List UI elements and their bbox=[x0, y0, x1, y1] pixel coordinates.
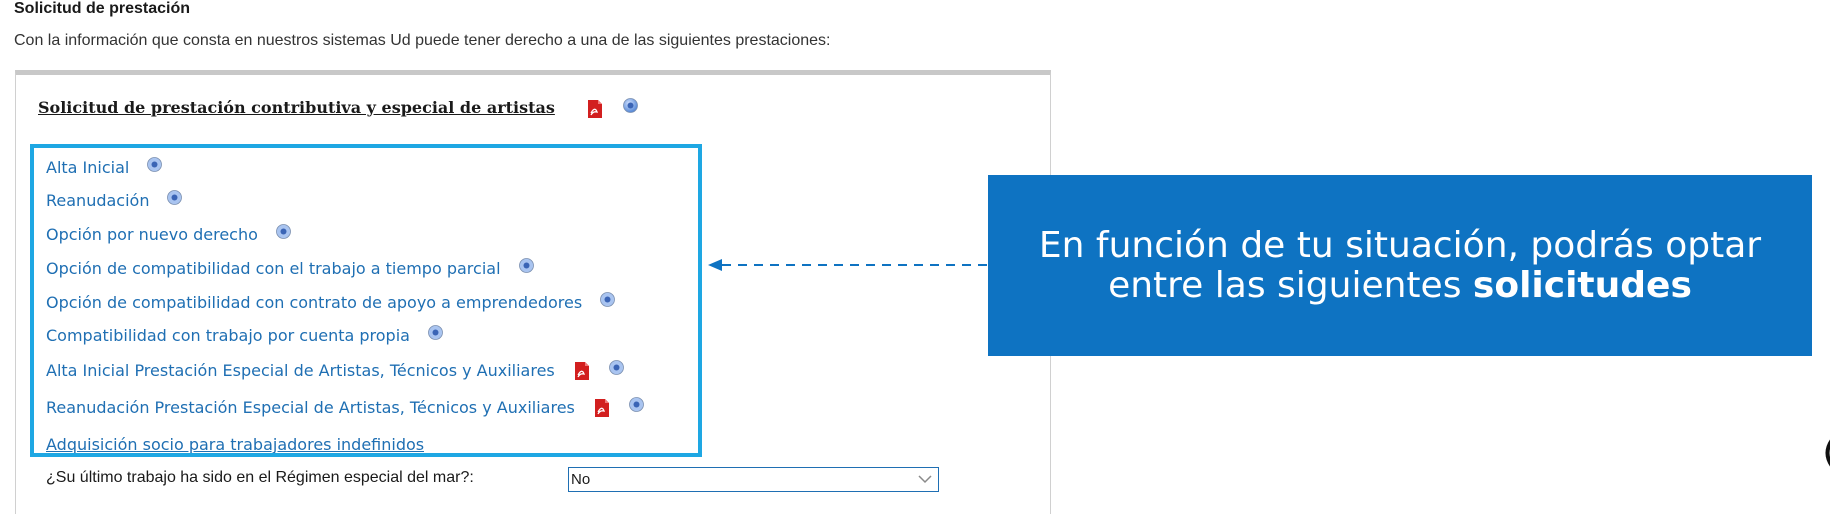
page-title: Solicitud de prestación bbox=[14, 0, 191, 17]
arrow-left-icon bbox=[708, 259, 990, 271]
option-link[interactable]: Adquisición socio para trabajadores inde… bbox=[46, 435, 424, 453]
option-link[interactable]: Alta Inicial bbox=[46, 158, 129, 177]
help-icon[interactable] bbox=[275, 224, 291, 239]
option-link[interactable]: Reanudación bbox=[46, 191, 149, 210]
option-link[interactable]: Opción de compatibilidad con el trabajo … bbox=[46, 259, 501, 278]
pdf-icon[interactable] bbox=[588, 100, 602, 118]
chevron-down-icon bbox=[918, 475, 932, 484]
help-icon[interactable] bbox=[600, 292, 616, 307]
mar-regime-select[interactable]: No bbox=[568, 467, 939, 492]
callout-box: En función de tu situación, podrás optar… bbox=[988, 175, 1812, 356]
help-icon[interactable] bbox=[167, 190, 183, 205]
help-icon[interactable] bbox=[628, 397, 644, 412]
edge-glyph bbox=[1825, 439, 1830, 467]
pdf-icon[interactable] bbox=[594, 399, 609, 417]
section-heading[interactable]: Solicitud de prestación contributiva y e… bbox=[38, 98, 555, 117]
help-icon[interactable] bbox=[623, 98, 638, 113]
select-value: No bbox=[571, 471, 591, 488]
option-link[interactable]: Opción por nuevo derecho bbox=[46, 225, 258, 244]
option-link[interactable]: Compatibilidad con trabajo por cuenta pr… bbox=[46, 326, 410, 345]
callout-line1: En función de tu situación, podrás optar bbox=[1038, 224, 1762, 266]
help-icon[interactable] bbox=[608, 360, 624, 375]
option-link[interactable]: Alta Inicial Prestación Especial de Arti… bbox=[46, 361, 555, 380]
callout-line2-bold: solicitudes bbox=[1472, 264, 1692, 306]
callout-line2: entre las siguientes bbox=[1108, 264, 1473, 306]
help-icon[interactable] bbox=[428, 325, 443, 340]
option-link[interactable]: Opción de compatibilidad con contrato de… bbox=[46, 293, 582, 312]
intro-text: Con la información que consta en nuestro… bbox=[14, 32, 831, 49]
option-link[interactable]: Reanudación Prestación Especial de Artis… bbox=[46, 398, 575, 417]
help-icon[interactable] bbox=[147, 157, 163, 172]
question-label: ¿Su último trabajo ha sido en el Régimen… bbox=[46, 469, 474, 486]
help-icon[interactable] bbox=[518, 258, 534, 273]
pdf-icon[interactable] bbox=[574, 362, 589, 380]
